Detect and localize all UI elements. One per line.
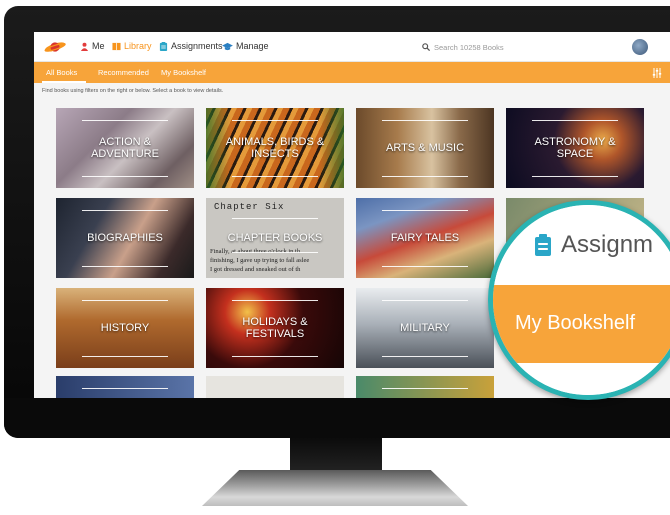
nav-assignments[interactable]: Assignments — [159, 41, 223, 51]
category-tile-animals-birds-insects[interactable]: ANIMALS, BIRDS & INSECTS — [206, 108, 344, 188]
monitor-chin — [4, 398, 670, 438]
filter-hint-text: Find books using filters on the right or… — [42, 88, 224, 94]
tab-my-bookshelf[interactable]: My Bookshelf — [161, 68, 206, 77]
search-input[interactable]: Search 10258 Books — [434, 43, 504, 52]
category-tile-partial[interactable] — [206, 376, 344, 398]
nav-me[interactable]: Me — [80, 41, 105, 51]
zoomed-my-bookshelf-tab: My Bookshelf — [515, 312, 636, 334]
search-icon — [422, 43, 430, 51]
nav-library[interactable]: Library — [112, 41, 152, 51]
category-tile-partial[interactable] — [356, 376, 494, 398]
category-tile-action-adventure[interactable]: ACTION & ADVENTURE — [56, 108, 194, 188]
category-tile-astronomy-space[interactable]: ASTRONOMY & SPACE — [506, 108, 644, 188]
library-subnav: All Books Recommended My Bookshelf — [34, 62, 670, 83]
tab-all-books[interactable]: All Books — [46, 68, 77, 77]
active-tab-indicator — [42, 81, 86, 83]
category-tile-history[interactable]: HISTORY — [56, 288, 194, 368]
graduation-cap-icon — [222, 42, 233, 50]
person-icon — [80, 42, 89, 51]
monitor-stand-neck — [290, 438, 382, 474]
monitor-stand-base — [202, 470, 468, 506]
nav-library-label: Library — [124, 41, 152, 51]
zoom-magnifier-callout: Assignm My Bookshelf — [488, 200, 670, 400]
book-icon — [112, 42, 121, 50]
category-tile-fairy-tales[interactable]: FAIRY TALES — [356, 198, 494, 278]
category-tile-biographies[interactable]: BIOGRAPHIES — [56, 198, 194, 278]
filter-sliders-icon[interactable] — [652, 68, 662, 78]
category-tile-holidays-festivals[interactable]: HOLIDAYS & FESTIVALS — [206, 288, 344, 368]
category-tile-partial[interactable] — [56, 376, 194, 398]
saturn-logo-icon[interactable] — [44, 40, 66, 54]
zoomed-assignments-nav: Assignm — [533, 231, 653, 259]
category-tile-military[interactable]: MILITARY — [356, 288, 494, 368]
nav-assignments-label: Assignments — [171, 41, 223, 51]
tab-recommended[interactable]: Recommended — [98, 68, 149, 77]
nav-manage[interactable]: Manage — [222, 41, 269, 51]
category-tile-chapter-books[interactable]: Chapter Six Finally, at about three o'cl… — [206, 198, 344, 278]
clipboard-icon — [535, 234, 551, 256]
avatar[interactable] — [632, 39, 648, 55]
top-navigation-bar: Me Library Assignments Manage Search 102… — [34, 32, 670, 62]
zoomed-assignments-label: Assignm — [561, 231, 654, 258]
category-tile-arts-music[interactable]: ARTS & MUSIC — [356, 108, 494, 188]
clipboard-icon — [159, 41, 168, 51]
nav-manage-label: Manage — [236, 41, 269, 51]
category-label: CHAPTER BOOKS — [227, 232, 323, 244]
nav-me-label: Me — [92, 41, 105, 51]
search-box[interactable]: Search 10258 Books — [422, 40, 582, 54]
